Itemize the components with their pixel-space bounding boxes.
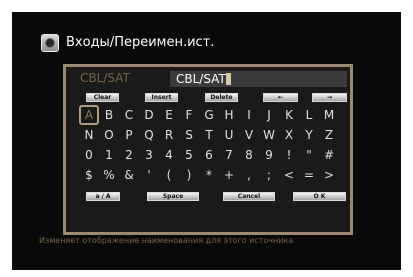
char-key-4[interactable]: 4 bbox=[159, 145, 179, 165]
char-key-1[interactable]: 1 bbox=[99, 145, 119, 165]
char-key-plus[interactable]: + bbox=[219, 165, 239, 185]
char-key-asterisk[interactable]: * bbox=[199, 165, 219, 185]
char-key-quote[interactable]: " bbox=[299, 145, 319, 165]
char-key-G[interactable]: G bbox=[199, 105, 219, 125]
cancel-button[interactable]: Cancel bbox=[223, 192, 275, 201]
delete-button[interactable]: Delete bbox=[205, 93, 238, 102]
name-input[interactable]: CBL/SAT bbox=[170, 71, 347, 87]
char-key-M[interactable]: M bbox=[319, 105, 339, 125]
char-key-A[interactable]: A bbox=[79, 105, 99, 125]
char-key-N[interactable]: N bbox=[79, 125, 99, 145]
char-key-S[interactable]: S bbox=[179, 125, 199, 145]
char-key-B[interactable]: B bbox=[99, 105, 119, 125]
char-key-F[interactable]: F bbox=[179, 105, 199, 125]
char-key-L[interactable]: L bbox=[299, 105, 319, 125]
char-key-exclamation[interactable]: ! bbox=[279, 145, 299, 165]
case-toggle-button[interactable]: a / A bbox=[86, 192, 120, 201]
char-key-T[interactable]: T bbox=[199, 125, 219, 145]
char-key-Y[interactable]: Y bbox=[299, 125, 319, 145]
char-key-0[interactable]: 0 bbox=[79, 145, 99, 165]
help-text: Изменяет отображение наименования для эт… bbox=[39, 236, 294, 245]
char-key-U[interactable]: U bbox=[219, 125, 239, 145]
move-right-button[interactable]: → bbox=[312, 93, 347, 102]
char-key-hash[interactable]: # bbox=[319, 145, 339, 165]
char-key-X[interactable]: X bbox=[279, 125, 299, 145]
char-key-comma[interactable]: , bbox=[239, 165, 259, 185]
char-key-R[interactable]: R bbox=[159, 125, 179, 145]
char-key-I[interactable]: I bbox=[239, 105, 259, 125]
char-key-percent[interactable]: % bbox=[99, 165, 119, 185]
char-key-5[interactable]: 5 bbox=[179, 145, 199, 165]
char-key-9[interactable]: 9 bbox=[259, 145, 279, 165]
char-key-C[interactable]: C bbox=[119, 105, 139, 125]
char-key-6[interactable]: 6 bbox=[199, 145, 219, 165]
name-input-value: CBL/SAT bbox=[176, 72, 226, 86]
char-key-O[interactable]: O bbox=[99, 125, 119, 145]
char-key-less-than[interactable]: < bbox=[279, 165, 299, 185]
char-key-P[interactable]: P bbox=[119, 125, 139, 145]
char-key-J[interactable]: J bbox=[259, 105, 279, 125]
ok-button[interactable]: O K bbox=[293, 192, 346, 201]
char-key-E[interactable]: E bbox=[159, 105, 179, 125]
char-key-right-paren[interactable]: ) bbox=[179, 165, 199, 185]
input-source-icon bbox=[41, 34, 59, 52]
char-key-semicolon[interactable]: ; bbox=[259, 165, 279, 185]
char-key-Z[interactable]: Z bbox=[319, 125, 339, 145]
char-key-8[interactable]: 8 bbox=[239, 145, 259, 165]
page-title: Входы/Переимен.ист. bbox=[66, 35, 215, 50]
char-key-D[interactable]: D bbox=[139, 105, 159, 125]
char-key-Q[interactable]: Q bbox=[139, 125, 159, 145]
clear-button[interactable]: Clear bbox=[86, 93, 119, 102]
space-button[interactable]: Space bbox=[147, 192, 199, 201]
insert-button[interactable]: Insert bbox=[145, 93, 178, 102]
character-grid: A B C D E F G H I J K L M N O P Q R S T … bbox=[79, 105, 355, 204]
char-key-greater-than[interactable]: > bbox=[319, 165, 339, 185]
char-key-V[interactable]: V bbox=[239, 125, 259, 145]
char-key-K[interactable]: K bbox=[279, 105, 299, 125]
char-key-apostrophe[interactable]: ' bbox=[139, 165, 159, 185]
move-left-button[interactable]: ← bbox=[263, 93, 298, 102]
char-key-dollar[interactable]: $ bbox=[79, 165, 99, 185]
current-source-name: CBL/SAT bbox=[80, 71, 130, 85]
char-key-ampersand[interactable]: & bbox=[119, 165, 139, 185]
char-key-7[interactable]: 7 bbox=[219, 145, 239, 165]
char-key-left-paren[interactable]: ( bbox=[159, 165, 179, 185]
text-cursor bbox=[226, 73, 231, 85]
char-key-2[interactable]: 2 bbox=[119, 145, 139, 165]
char-key-equals[interactable]: = bbox=[299, 165, 319, 185]
char-key-H[interactable]: H bbox=[219, 105, 239, 125]
char-key-3[interactable]: 3 bbox=[139, 145, 159, 165]
char-key-W[interactable]: W bbox=[259, 125, 279, 145]
